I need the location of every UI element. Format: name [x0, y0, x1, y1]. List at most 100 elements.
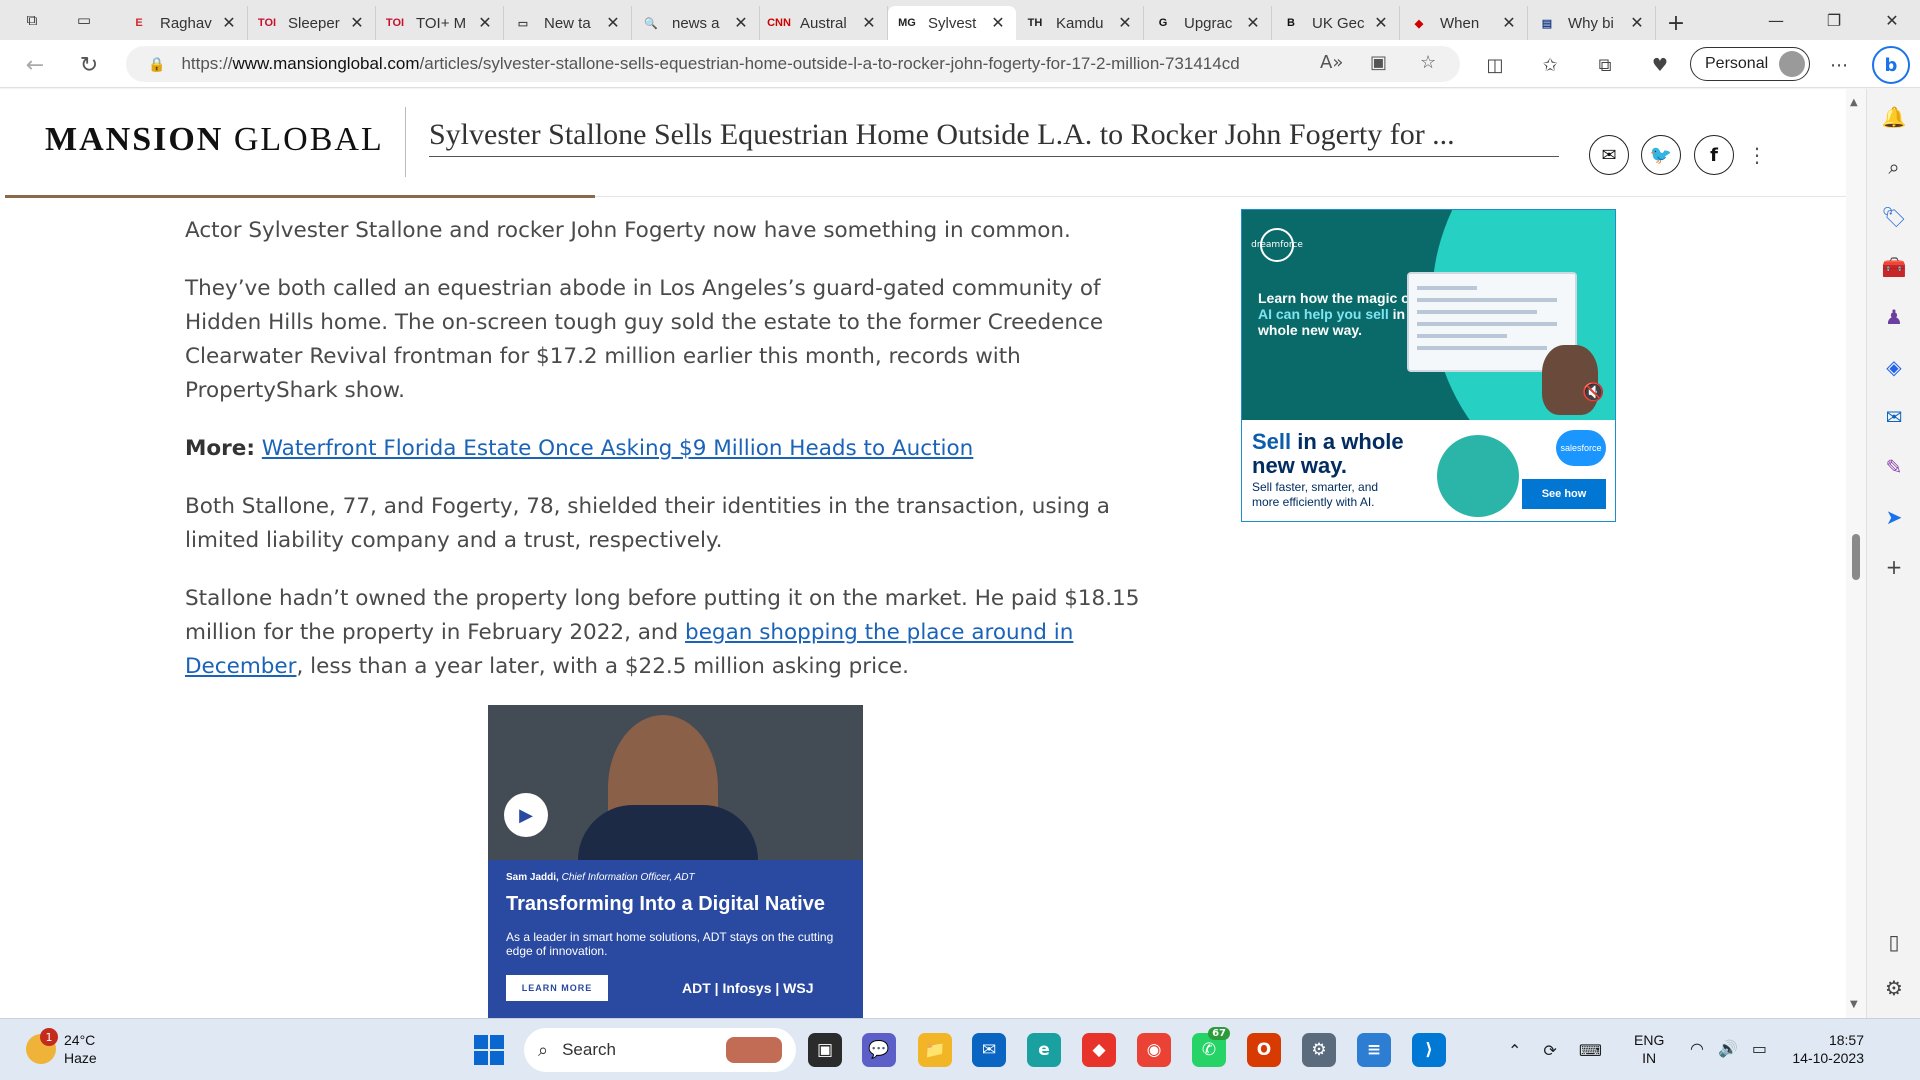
- tab-favicon-icon: ◆: [1414, 17, 1424, 30]
- scroll-up-icon[interactable]: ▲: [1850, 97, 1858, 108]
- chat-icon[interactable]: 💬: [862, 1033, 896, 1067]
- mute-icon[interactable]: 🔇: [1582, 382, 1604, 403]
- browser-essentials-icon[interactable]: ♥: [1643, 50, 1677, 80]
- ad-headline: Sell in a whole new way.: [1252, 429, 1404, 478]
- tab-favicon-icon: TH: [1027, 17, 1043, 29]
- play-icon[interactable]: ▶: [504, 793, 548, 837]
- browser-tab[interactable]: MG Sylvest ✕: [888, 6, 1016, 40]
- minimize-button[interactable]: —: [1746, 0, 1806, 40]
- drop-icon[interactable]: ➤: [1880, 503, 1908, 531]
- whatsapp-icon[interactable]: ✆ 67: [1192, 1027, 1230, 1067]
- tab-actions-icon[interactable]: ▭: [64, 0, 104, 40]
- language-indicator[interactable]: ENG IN: [1634, 1031, 1664, 1067]
- pinned-app-icon[interactable]: ◆: [1082, 1033, 1116, 1067]
- microsoft-365-icon[interactable]: ◈: [1880, 353, 1908, 381]
- salesforce-ad[interactable]: dreamforce Learn how the magic of AI can…: [1241, 209, 1616, 522]
- settings-icon[interactable]: ⚙: [1302, 1033, 1336, 1067]
- edge-icon[interactable]: e: [1027, 1033, 1061, 1067]
- scroll-thumb[interactable]: [1852, 534, 1860, 580]
- scroll-down-icon[interactable]: ▼: [1850, 999, 1858, 1010]
- see-how-button[interactable]: See how: [1522, 479, 1606, 509]
- mail-icon[interactable]: ✉: [972, 1033, 1006, 1067]
- site-logo[interactable]: MANSION GLOBAL: [45, 121, 384, 159]
- site-header: MANSION GLOBAL Sylvester Stallone Sells …: [5, 89, 1846, 198]
- more-options-icon[interactable]: ⋮: [1747, 143, 1767, 167]
- browser-tab[interactable]: ▭ New ta ✕: [504, 6, 632, 40]
- browser-tab[interactable]: B UK Gec ✕: [1272, 6, 1400, 40]
- favorites-icon[interactable]: ✩: [1533, 50, 1567, 80]
- favorite-star-icon[interactable]: ☆: [1420, 52, 1436, 73]
- vertical-scrollbar[interactable]: ▲ ▼: [1846, 89, 1866, 1018]
- browser-tab[interactable]: ◆ When ✕: [1400, 6, 1528, 40]
- email-share-icon[interactable]: ✉: [1589, 135, 1629, 175]
- new-tab-button[interactable]: +: [1656, 6, 1696, 40]
- chevron-up-icon[interactable]: ⌃: [1508, 1041, 1521, 1060]
- browser-tab[interactable]: E Raghav ✕: [120, 6, 248, 40]
- tab-close-icon[interactable]: ✕: [475, 13, 495, 33]
- immersive-reader-icon[interactable]: ▣: [1370, 52, 1387, 73]
- tab-close-icon[interactable]: ✕: [1627, 13, 1647, 33]
- tab-close-icon[interactable]: ✕: [1115, 13, 1135, 33]
- search-placeholder: Search: [562, 1040, 616, 1059]
- start-button[interactable]: [474, 1035, 504, 1065]
- restore-button[interactable]: ❐: [1804, 0, 1864, 40]
- task-view-icon[interactable]: ▣: [808, 1033, 842, 1067]
- avatar: [1779, 51, 1805, 77]
- profile-button[interactable]: Personal: [1690, 47, 1810, 81]
- address-bar: ← ↻ 🔒 https://www.mansionglobal.com/arti…: [0, 40, 1920, 88]
- browser-tab[interactable]: TH Kamdu ✕: [1016, 6, 1144, 40]
- tab-close-icon[interactable]: ✕: [859, 13, 879, 33]
- browser-tab[interactable]: TOI TOI+ M ✕: [376, 6, 504, 40]
- url-field[interactable]: 🔒 https://www.mansionglobal.com/articles…: [126, 46, 1460, 82]
- clock[interactable]: 18:57 14-10-2023: [1784, 1031, 1864, 1067]
- back-button[interactable]: ←: [18, 48, 52, 82]
- settings-more-icon[interactable]: ⋯: [1822, 50, 1856, 80]
- tools-icon[interactable]: 🧰: [1880, 253, 1908, 281]
- related-article-link[interactable]: Waterfront Florida Estate Once Asking $9…: [262, 436, 974, 461]
- status-icons[interactable]: ◠ 🔊 ▭: [1690, 1039, 1767, 1058]
- taskbar-search[interactable]: ⌕ Search: [524, 1028, 796, 1072]
- add-sidebar-icon[interactable]: +: [1880, 553, 1908, 581]
- designer-icon[interactable]: ✎: [1880, 453, 1908, 481]
- sync-icon[interactable]: ⟳: [1543, 1041, 1556, 1060]
- outlook-icon[interactable]: ✉: [1880, 403, 1908, 431]
- copilot-icon[interactable]: b: [1872, 46, 1910, 84]
- tab-close-icon[interactable]: ✕: [988, 13, 1008, 33]
- read-aloud-icon[interactable]: A»: [1320, 52, 1343, 73]
- sidebar-settings-icon[interactable]: ⚙: [1880, 974, 1908, 1002]
- tab-close-icon[interactable]: ✕: [1243, 13, 1263, 33]
- adt-ad[interactable]: ▶ Sam Jaddi, Chief Information Officer, …: [488, 705, 863, 1018]
- lock-icon[interactable]: 🔒: [148, 56, 165, 73]
- vscode-icon[interactable]: ⟩: [1412, 1033, 1446, 1067]
- office-icon[interactable]: O: [1247, 1033, 1281, 1067]
- notepad-icon[interactable]: ≡: [1357, 1033, 1391, 1067]
- workspaces-icon[interactable]: ⧉: [12, 0, 52, 40]
- facebook-share-icon[interactable]: f: [1694, 135, 1734, 175]
- search-icon[interactable]: ⌕: [1880, 153, 1908, 181]
- games-icon[interactable]: ♟: [1880, 303, 1908, 331]
- chrome-icon[interactable]: ◉: [1137, 1033, 1171, 1067]
- refresh-button[interactable]: ↻: [72, 48, 106, 82]
- tab-close-icon[interactable]: ✕: [1371, 13, 1391, 33]
- browser-tab[interactable]: ▤ Why bi ✕: [1528, 6, 1656, 40]
- tab-close-icon[interactable]: ✕: [219, 13, 239, 33]
- hide-sidebar-icon[interactable]: ▯: [1880, 928, 1908, 956]
- learn-more-button[interactable]: LEARN MORE: [506, 975, 608, 1001]
- weather-widget[interactable]: 1 24°C Haze: [26, 1028, 97, 1067]
- tab-close-icon[interactable]: ✕: [731, 13, 751, 33]
- tab-close-icon[interactable]: ✕: [1499, 13, 1519, 33]
- tab-close-icon[interactable]: ✕: [347, 13, 367, 33]
- shopping-icon[interactable]: 🏷: [1880, 203, 1908, 231]
- notifications-icon[interactable]: 🔔: [1880, 103, 1908, 131]
- keyboard-icon[interactable]: ⌨: [1579, 1041, 1602, 1060]
- collections-icon[interactable]: ⧉: [1588, 50, 1622, 80]
- close-window-button[interactable]: ✕: [1862, 0, 1920, 40]
- file-explorer-icon[interactable]: 📁: [918, 1033, 952, 1067]
- browser-tab[interactable]: TOI Sleeper ✕: [248, 6, 376, 40]
- browser-tab[interactable]: 🔍 news a ✕: [632, 6, 760, 40]
- twitter-share-icon[interactable]: 🐦: [1641, 135, 1681, 175]
- browser-tab[interactable]: G Upgrac ✕: [1144, 6, 1272, 40]
- split-screen-icon[interactable]: ◫: [1478, 50, 1512, 80]
- browser-tab[interactable]: CNN Austral ✕: [760, 6, 888, 40]
- tab-close-icon[interactable]: ✕: [603, 13, 623, 33]
